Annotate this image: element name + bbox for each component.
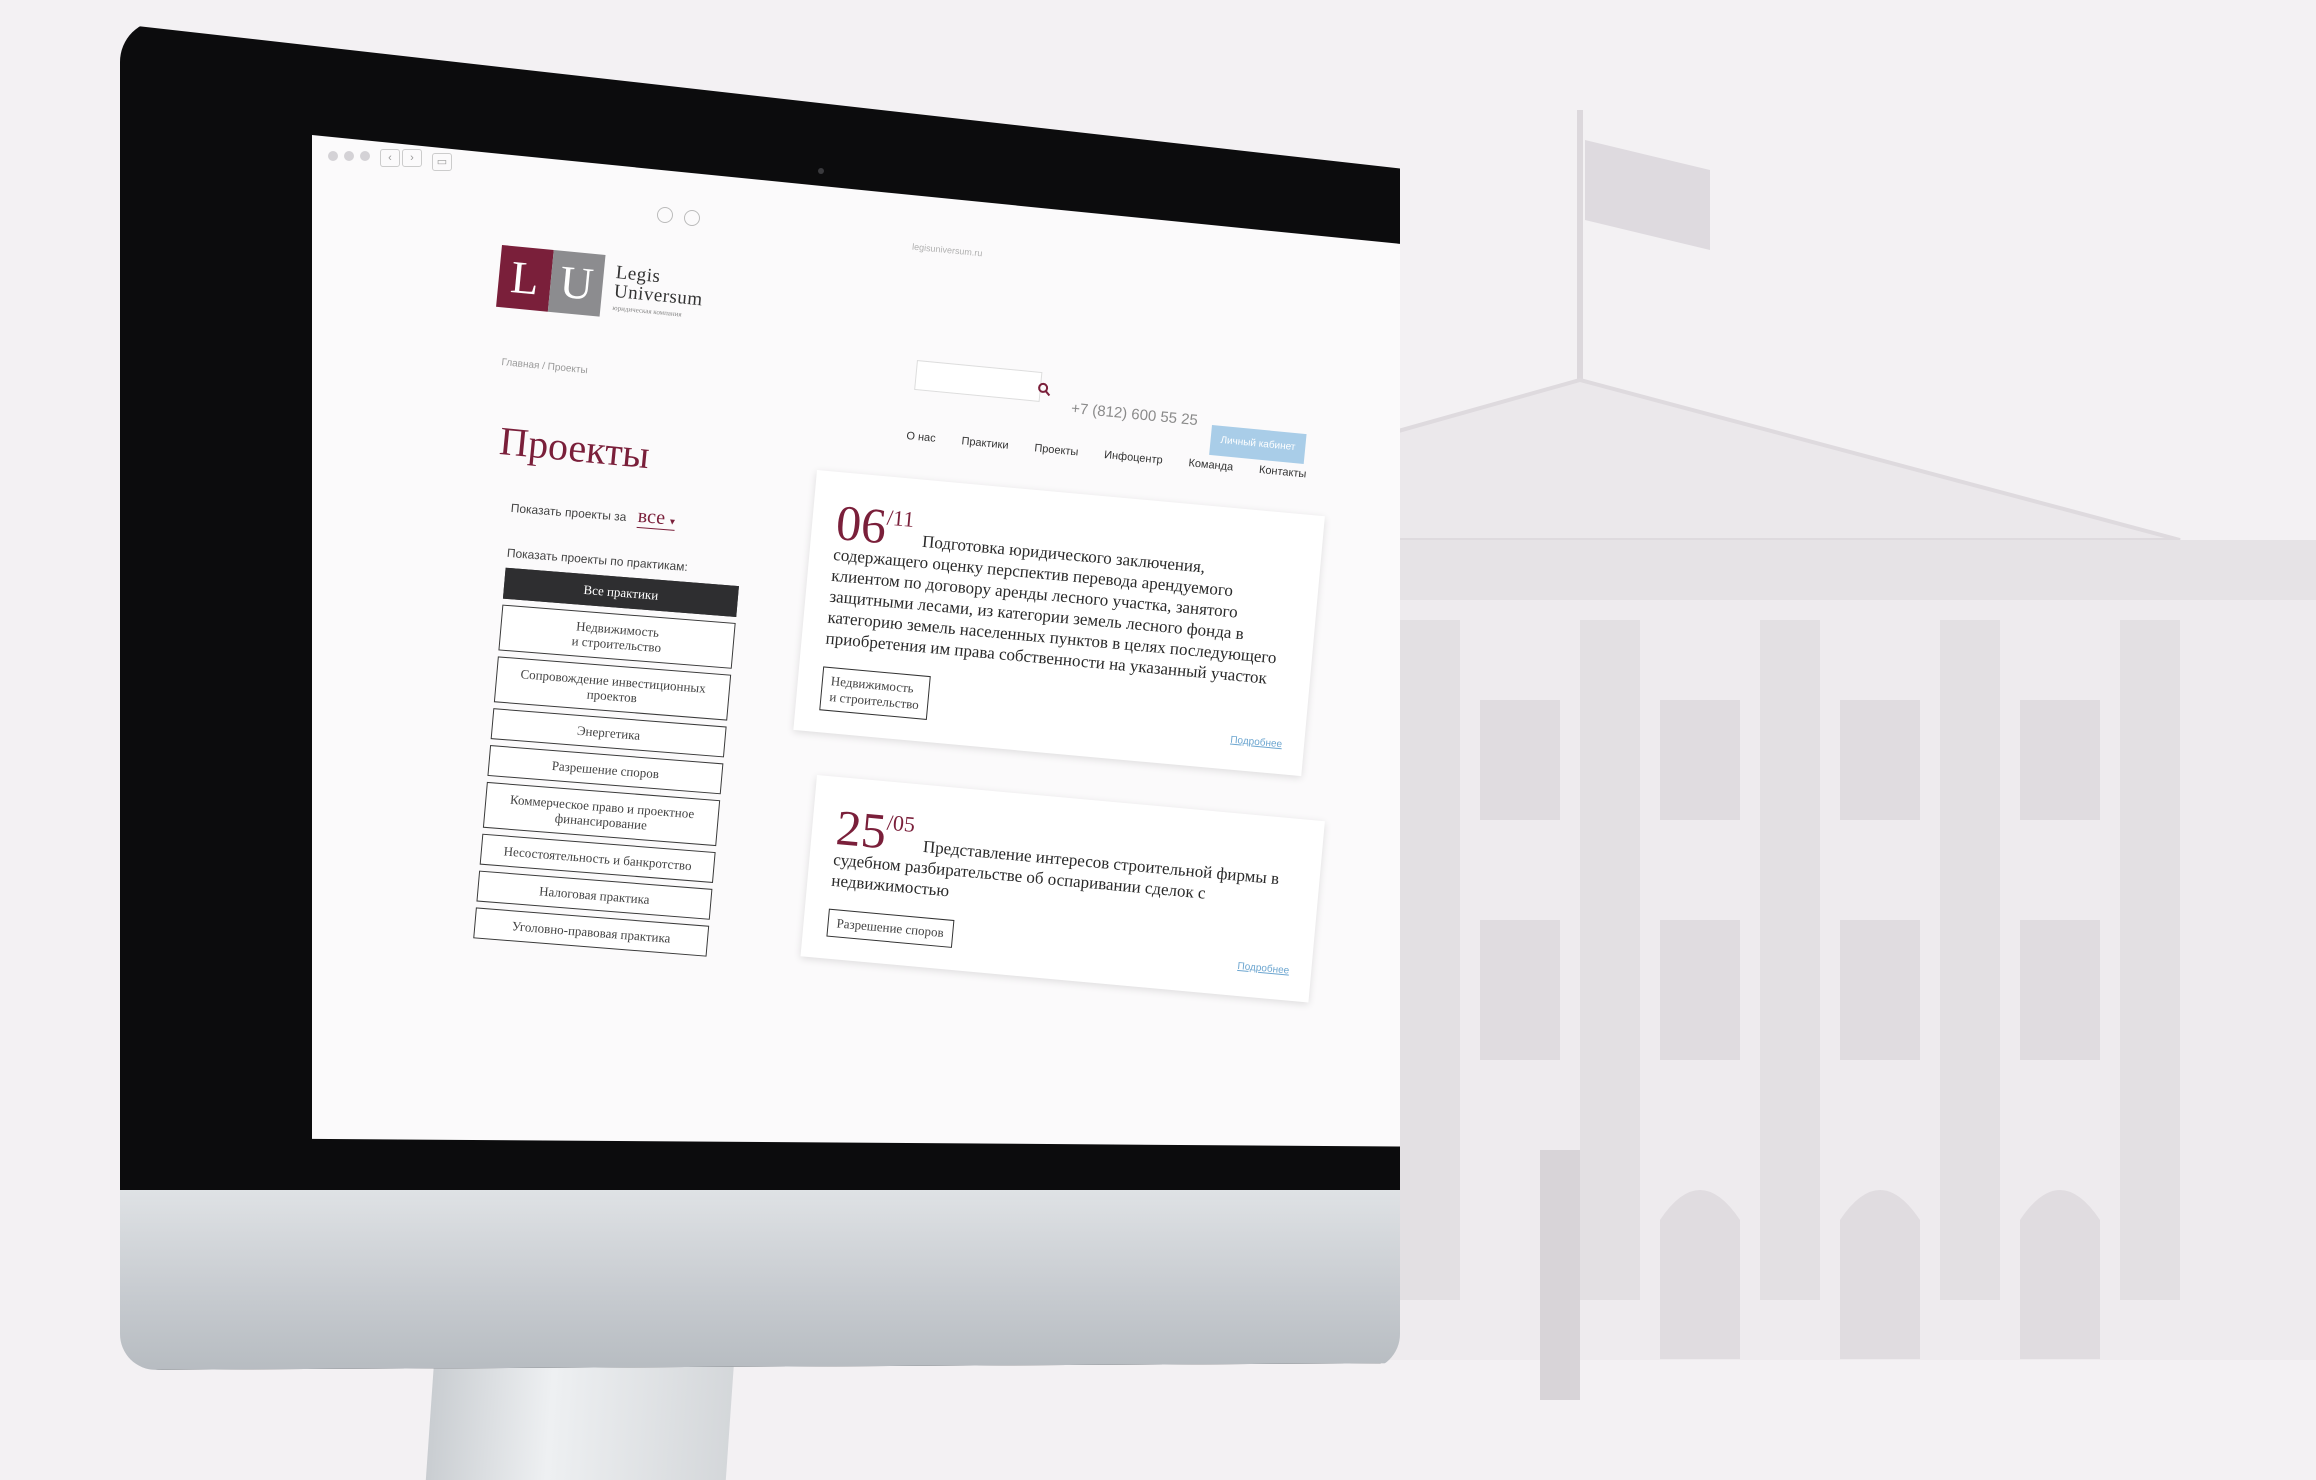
nav-item-about[interactable]: О нас: [906, 430, 936, 445]
info-icon[interactable]: [684, 210, 700, 226]
close-window-icon[interactable]: [328, 151, 338, 161]
project-description: Подготовка юридического заключения, соде…: [824, 531, 1278, 688]
logo-letter-l: L: [496, 245, 554, 312]
nav-item-projects[interactable]: Проекты: [1034, 442, 1079, 458]
monitor: ‹ › ▭ legisuniversum.ru L U Legis Univer…: [120, 24, 1400, 1370]
logo-wordmark: Legis Universum юридическая компания: [612, 262, 705, 320]
site-logo[interactable]: L U Legis Universum юридическая компания: [496, 245, 706, 326]
page-title: Проекты: [497, 417, 652, 478]
project-month: /05: [885, 809, 917, 838]
project-month: /11: [885, 504, 916, 532]
forward-arrow-icon[interactable]: ›: [402, 149, 422, 167]
period-filter-label: Показать проекты за: [510, 500, 628, 525]
breadcrumb[interactable]: Главная / Проекты: [501, 357, 588, 376]
personal-account-button[interactable]: Личный кабинет: [1209, 425, 1307, 464]
more-link[interactable]: Подробнее: [1230, 735, 1283, 751]
sidebar-toggle-icon[interactable]: ▭: [432, 153, 452, 171]
more-link[interactable]: Подробнее: [1237, 961, 1290, 977]
back-arrow-icon[interactable]: ‹: [380, 149, 400, 167]
project-practice-tag[interactable]: Разрешение споров: [826, 908, 954, 948]
minimize-window-icon[interactable]: [344, 151, 354, 161]
window-controls: [328, 151, 370, 161]
period-select-value: все: [636, 504, 667, 530]
nav-item-contacts[interactable]: Контакты: [1258, 464, 1306, 480]
phone-number[interactable]: +7 (812) 600 55 25: [1070, 400, 1198, 429]
project-text: 25/05Представление интересов строительно…: [831, 799, 1301, 933]
maximize-window-icon[interactable]: [360, 151, 370, 161]
address-bar[interactable]: legisuniversum.ru: [912, 242, 983, 259]
nav-item-team[interactable]: Команда: [1188, 457, 1234, 473]
chevron-down-icon: ▾: [669, 516, 676, 528]
browser-screen: ‹ › ▭ legisuniversum.ru L U Legis Univer…: [312, 135, 1400, 1147]
project-card[interactable]: 06/11Подготовка юридического заключения,…: [793, 470, 1325, 777]
monitor-chin: [120, 1190, 1400, 1370]
logo-letter-u: U: [547, 249, 606, 317]
project-practice-tag[interactable]: Недвижимость и строительство: [819, 666, 931, 720]
nav-item-infocenter[interactable]: Инфоцентр: [1104, 449, 1164, 467]
project-text: 06/11Подготовка юридического заключения,…: [824, 494, 1301, 690]
nav-item-practices[interactable]: Практики: [961, 435, 1009, 451]
project-card[interactable]: 25/05Представление интересов строительно…: [800, 775, 1325, 1003]
search-input[interactable]: [914, 360, 1043, 402]
monitor-stand: [425, 1360, 735, 1480]
search-icon[interactable]: [1036, 381, 1051, 397]
period-filter: Показать проекты за все ▾: [510, 495, 751, 537]
shield-icon[interactable]: [657, 207, 673, 223]
period-select[interactable]: все ▾: [636, 504, 677, 531]
camera-icon: [818, 168, 824, 174]
filter-panel: Показать проекты за все ▾ Показать проек…: [473, 495, 752, 963]
